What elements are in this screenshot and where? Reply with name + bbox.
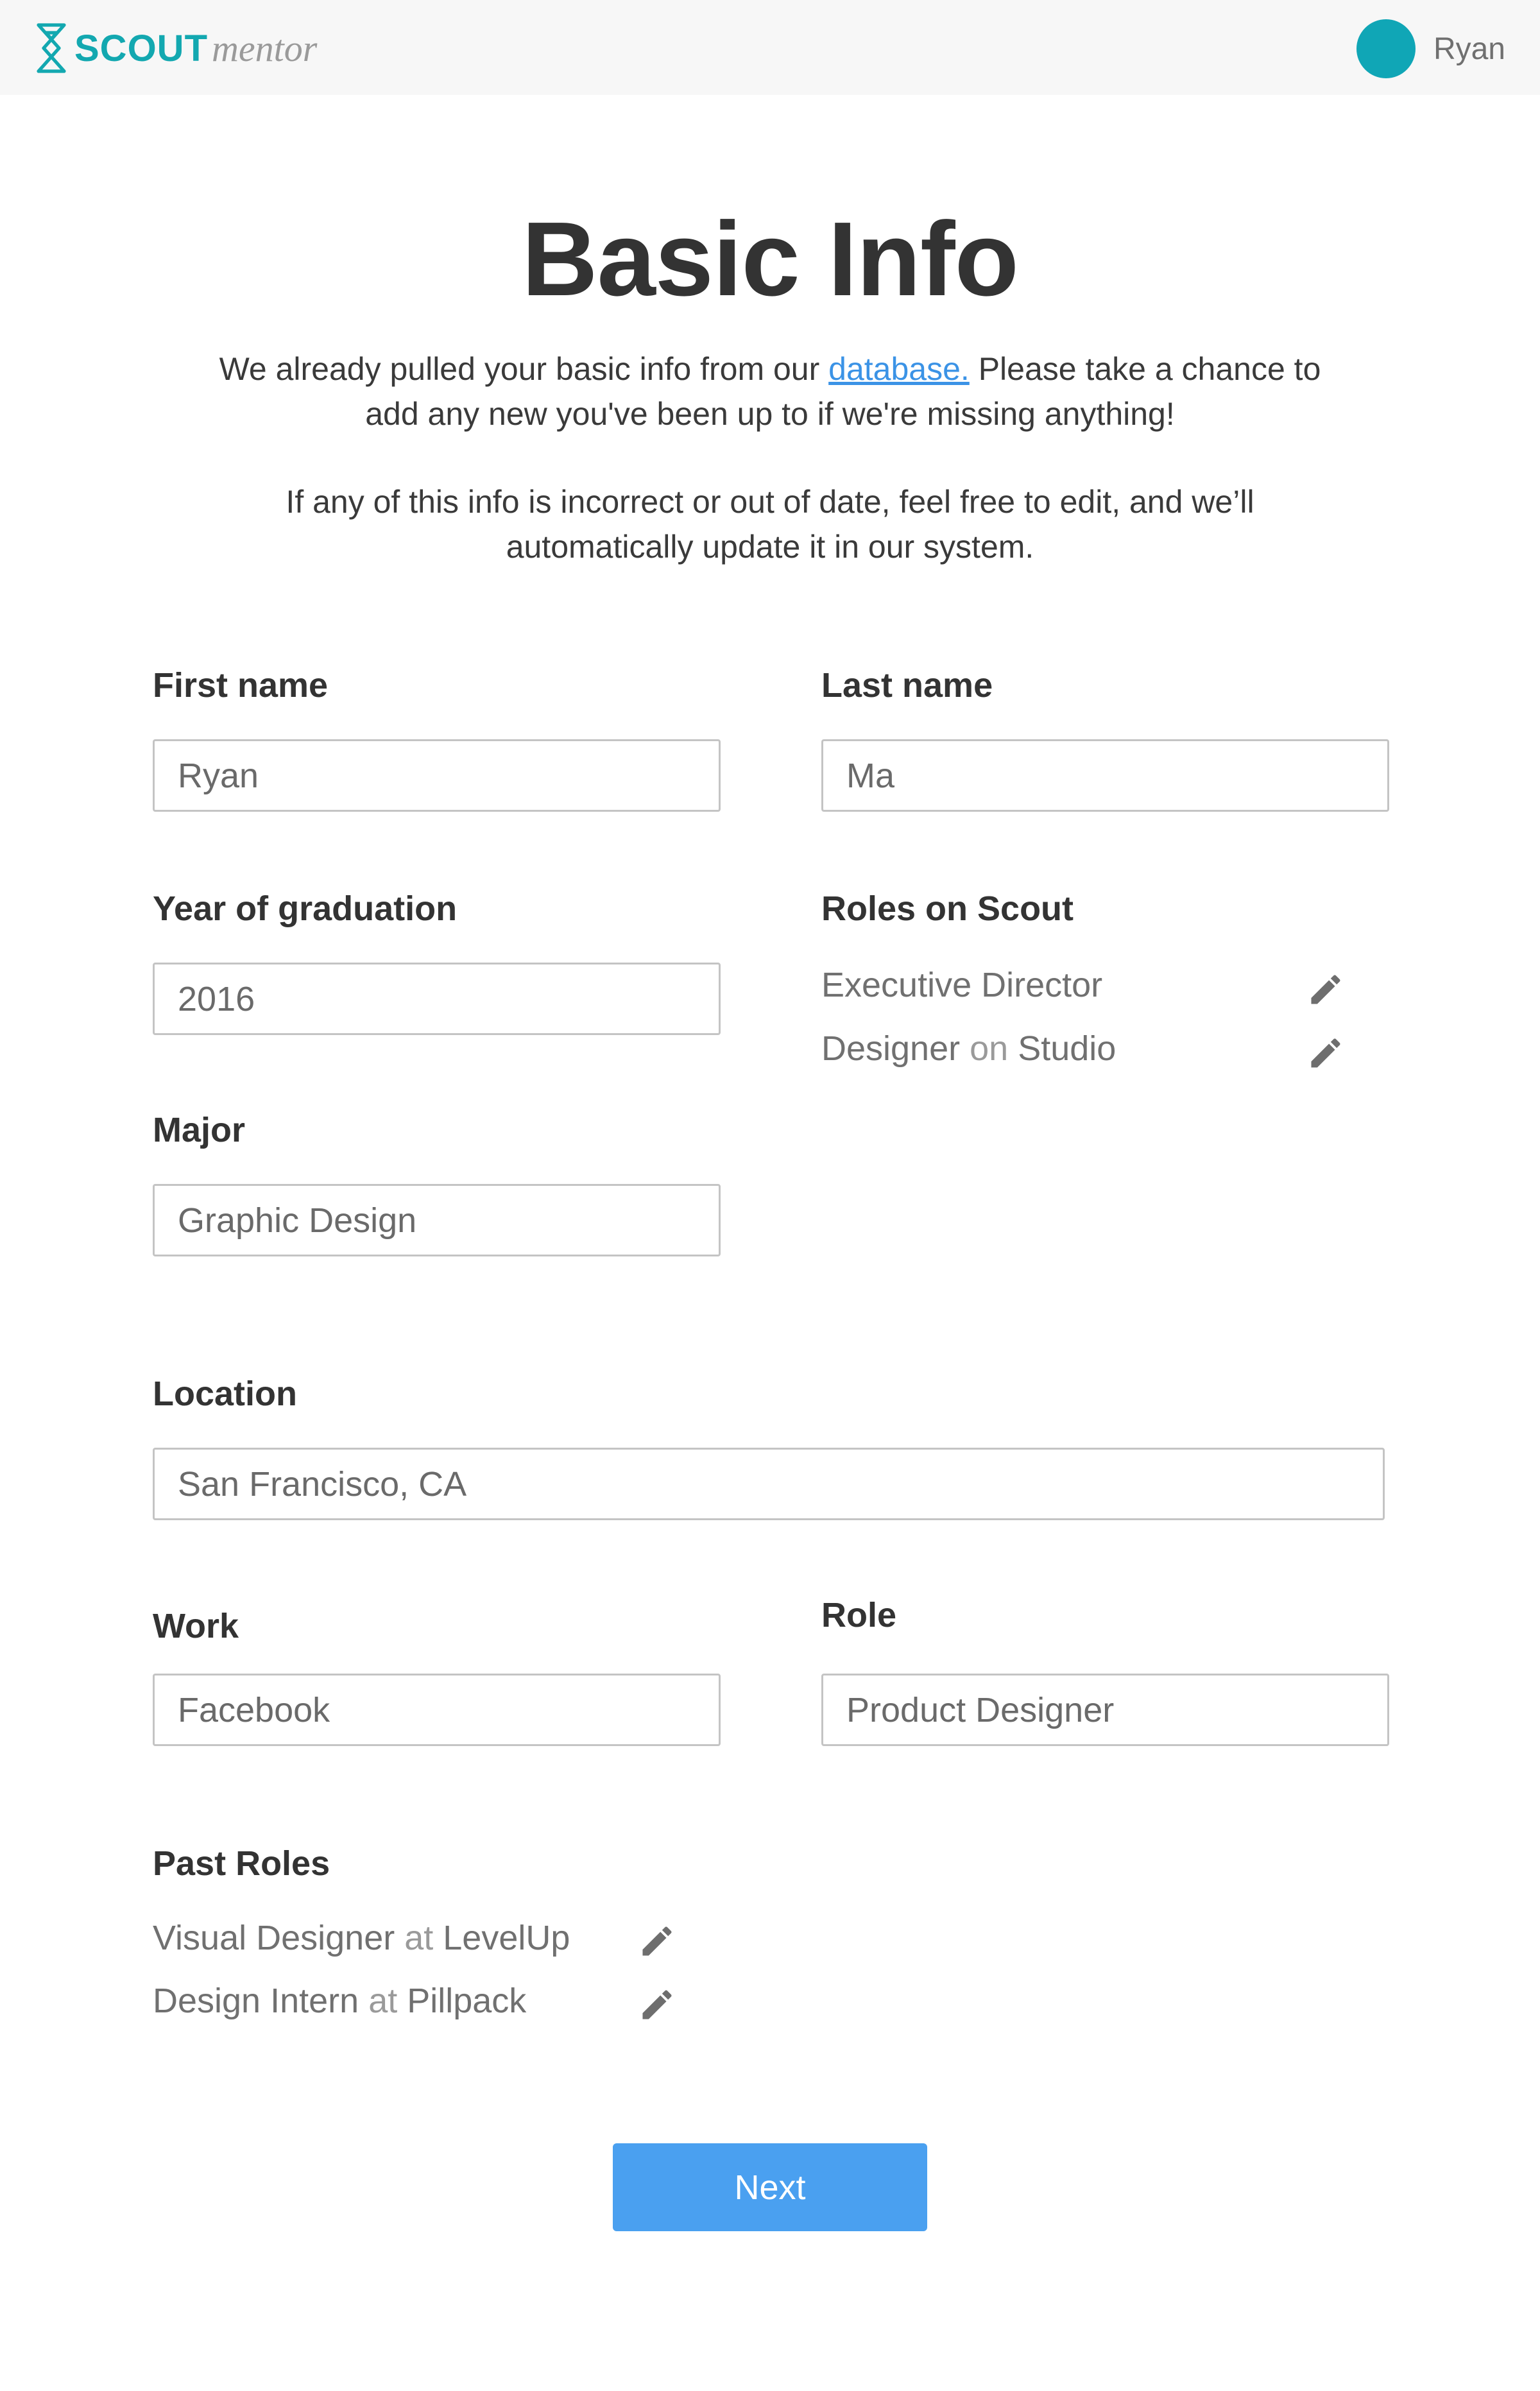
roles-on-scout-label: Roles on Scout	[821, 889, 1074, 928]
work-input[interactable]	[153, 1674, 721, 1746]
scout-role-title: Designer	[821, 1029, 961, 1068]
past-role-org: Pillpack	[407, 1982, 527, 2020]
database-link[interactable]: database.	[828, 351, 970, 387]
pencil-icon[interactable]	[638, 1985, 676, 2024]
graduation-year-input[interactable]	[153, 963, 721, 1035]
user-name[interactable]: Ryan	[1433, 31, 1505, 67]
scout-role-title: Executive Director	[821, 966, 1103, 1004]
avatar[interactable]	[1356, 19, 1416, 78]
user-menu[interactable]: Ryan	[1356, 19, 1505, 78]
last-name-input[interactable]	[821, 739, 1389, 812]
first-name-input[interactable]	[153, 739, 721, 812]
scout-role-item: Designer on Studio	[821, 1029, 1116, 1068]
scout-logo-icon	[37, 23, 66, 73]
intro-text-start: We already pulled your basic info from o…	[219, 351, 829, 387]
past-role-conjunction: at	[359, 1982, 407, 2020]
intro-paragraph: We already pulled your basic info from o…	[193, 347, 1348, 436]
pencil-icon[interactable]	[1306, 1034, 1345, 1072]
intro-paragraph-second: If any of this info is incorrect or out …	[286, 484, 1254, 565]
past-role-title: Design Intern	[153, 1982, 359, 2020]
scout-role-conjunction: on	[960, 1029, 1018, 1068]
first-name-label: First name	[153, 666, 329, 705]
role-input[interactable]	[821, 1674, 1389, 1746]
past-roles-label: Past Roles	[153, 1844, 330, 1883]
top-bar: SCOUT mentor Ryan	[0, 0, 1540, 95]
pencil-icon[interactable]	[1306, 970, 1345, 1009]
past-role-conjunction: at	[395, 1919, 443, 1957]
graduation-label: Year of graduation	[153, 889, 458, 928]
scout-role-item: Executive Director	[821, 965, 1102, 1005]
past-role-title: Visual Designer	[153, 1919, 395, 1957]
past-role-item: Visual Designer at LevelUp	[153, 1918, 570, 1958]
last-name-label: Last name	[821, 666, 993, 705]
logo-scout-text: SCOUT	[74, 27, 208, 69]
major-label: Major	[153, 1111, 246, 1149]
scout-role-org: Studio	[1018, 1029, 1116, 1068]
next-button[interactable]: Next	[613, 2143, 927, 2231]
major-input[interactable]	[153, 1184, 721, 1256]
location-label: Location	[153, 1375, 297, 1413]
work-label: Work	[153, 1607, 239, 1645]
pencil-icon[interactable]	[638, 1922, 676, 1960]
location-input[interactable]	[153, 1448, 1385, 1520]
page-title: Basic Info	[522, 200, 1019, 318]
basic-info-page: SCOUT mentor Ryan Basic Info We already …	[0, 0, 1540, 2391]
role-label: Role	[821, 1596, 897, 1634]
past-role-item: Design Intern at Pillpack	[153, 1981, 526, 2021]
logo-mentor-text: mentor	[212, 27, 318, 69]
past-role-org: LevelUp	[443, 1919, 570, 1957]
scout-mentor-logo[interactable]: SCOUT mentor	[33, 19, 317, 77]
